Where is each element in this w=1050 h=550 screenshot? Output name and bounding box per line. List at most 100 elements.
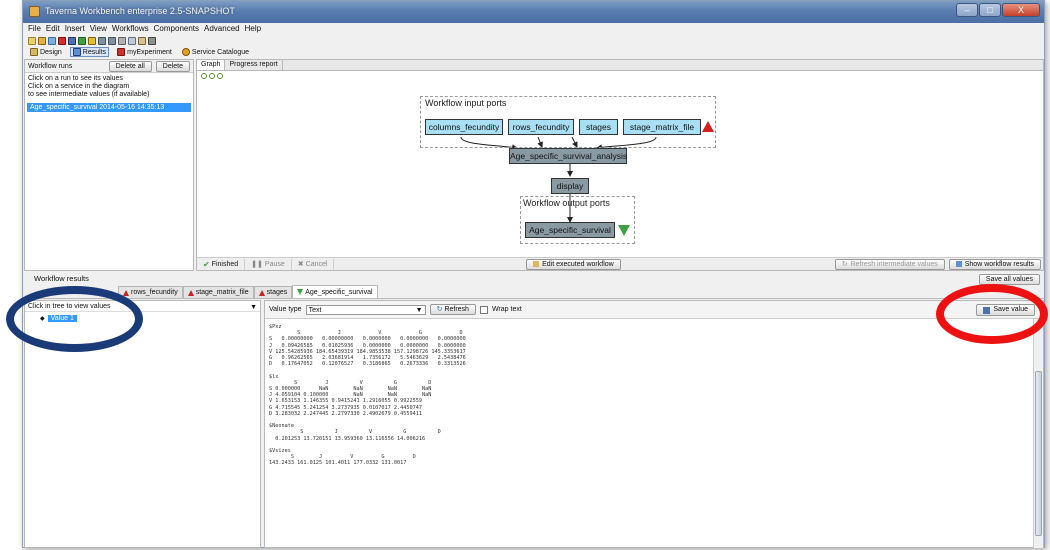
- workflow-results-title: Workflow results: [34, 274, 89, 283]
- workflow-output-ports-label: Workflow output ports: [523, 198, 610, 208]
- copy-icon[interactable]: [128, 36, 136, 45]
- menu-bar: File Edit Insert View Workflows Componen…: [23, 23, 1044, 35]
- perspective-design[interactable]: Design: [28, 48, 64, 56]
- output-port-success-icon: [618, 225, 630, 236]
- new-workflow-icon[interactable]: [28, 36, 36, 45]
- perspective-myexperiment[interactable]: myExperiment: [115, 48, 174, 56]
- run-icon[interactable]: [78, 36, 86, 45]
- workflow-runs-hint: Click on a run to see its values Click o…: [28, 75, 150, 98]
- maximize-button[interactable]: □: [979, 3, 1001, 17]
- tab-progress-report[interactable]: Progress report: [225, 60, 283, 70]
- show-workflow-results-button[interactable]: Show workflow results: [948, 258, 1041, 270]
- taverna-app-icon: [29, 6, 40, 17]
- cancel-button[interactable]: ✖ Cancel: [292, 258, 335, 270]
- results-icon: [955, 261, 962, 267]
- delete-button[interactable]: Delete: [155, 60, 190, 72]
- pause-icon: ❚❚: [251, 261, 263, 268]
- save-icon[interactable]: [68, 36, 76, 45]
- output-triangle-icon: [297, 289, 304, 295]
- tab-graph[interactable]: Graph: [197, 60, 226, 70]
- vertical-scrollbar[interactable]: [1033, 319, 1043, 548]
- input-ports-warning-icon: [702, 121, 714, 132]
- close-button[interactable]: X: [1002, 3, 1040, 17]
- perspective-results[interactable]: Results: [69, 47, 110, 57]
- value-viewer-panel: Value type Text ▼ ↻ Refresh Wrap text Sa…: [264, 300, 1044, 548]
- workflow-runs-panel: Workflow runs Delete all Delete Click on…: [24, 59, 194, 271]
- window-title: Taverna Workbench enterprise 2.5-SNAPSHO…: [45, 6, 235, 16]
- tab-rows-fecundity[interactable]: rows_fecundity: [118, 286, 183, 298]
- scrollbar-thumb[interactable]: [1035, 371, 1042, 536]
- workflow-input-ports-label: Workflow input ports: [425, 98, 507, 108]
- tab-age-specific-survival[interactable]: Age_specific_survival: [292, 285, 378, 298]
- design-icon: [30, 48, 38, 56]
- perspective-bar: Design Results myExperiment Service Cata…: [23, 46, 1044, 58]
- menu-view[interactable]: View: [90, 23, 107, 35]
- refresh-intermediate-values-button[interactable]: ↻ Refresh intermediate values: [834, 258, 945, 270]
- graph-panel: Graph Progress report Workflow input por…: [196, 59, 1044, 271]
- value-type-label: Value type: [269, 306, 302, 313]
- delete-all-button[interactable]: Delete all: [108, 60, 152, 72]
- check-icon: ✔: [203, 259, 210, 269]
- menu-file[interactable]: File: [28, 23, 41, 35]
- cut-icon[interactable]: [118, 36, 126, 45]
- menu-edit[interactable]: Edit: [46, 23, 60, 35]
- processor-display[interactable]: display: [551, 178, 589, 194]
- refresh-icon: ↻: [436, 306, 443, 313]
- wrap-text-label: Wrap text: [491, 306, 522, 313]
- input-port-stages[interactable]: stages: [579, 119, 618, 135]
- chevron-down-icon[interactable]: ▼: [250, 302, 257, 313]
- zoom-reset-icon[interactable]: [201, 72, 207, 79]
- input-port-columns-fecundity[interactable]: columns_fecundity: [425, 119, 503, 135]
- zoom-out-icon[interactable]: [217, 72, 223, 79]
- input-port-stage-matrix-file[interactable]: stage_matrix_file: [623, 119, 701, 135]
- chevron-down-icon: ▼: [415, 306, 423, 314]
- graph-tabs: Graph Progress report: [197, 60, 1043, 71]
- pause-button[interactable]: ❚❚ Pause: [245, 258, 292, 270]
- processor-age-specific-survival-analysis[interactable]: Age_specific_survival_analysis: [509, 148, 627, 164]
- undo-icon[interactable]: [98, 36, 106, 45]
- blue-highlight-circle: [6, 286, 143, 352]
- value-viewer-toolbar: Value type Text ▼ ↻ Refresh Wrap text Sa…: [265, 301, 1043, 319]
- input-port-rows-fecundity[interactable]: rows_fecundity: [508, 119, 574, 135]
- redo-icon[interactable]: [108, 36, 116, 45]
- workflow-runs-header: Workflow runs Delete all Delete: [25, 60, 193, 73]
- delete-icon[interactable]: [148, 36, 156, 45]
- main-toolbar: [23, 35, 1044, 46]
- menu-insert[interactable]: Insert: [65, 23, 85, 35]
- menu-workflows[interactable]: Workflows: [112, 23, 149, 35]
- open-folder-icon[interactable]: [38, 36, 46, 45]
- window-controls: – □ X: [956, 3, 1040, 17]
- menu-advanced[interactable]: Advanced: [204, 23, 240, 35]
- paste-icon[interactable]: [138, 36, 146, 45]
- value-type-select[interactable]: Text ▼: [305, 304, 426, 315]
- title-bar[interactable]: Taverna Workbench enterprise 2.5-SNAPSHO…: [23, 1, 1044, 23]
- menu-components[interactable]: Components: [154, 23, 199, 35]
- service-catalogue-icon: [181, 48, 190, 56]
- wrap-text-checkbox[interactable]: [479, 305, 488, 314]
- tab-stage-matrix-file[interactable]: stage_matrix_file: [182, 286, 254, 298]
- workflow-results-header: Workflow results Save all values: [24, 273, 1044, 285]
- perspective-service-catalogue[interactable]: Service Catalogue: [180, 48, 251, 56]
- zoom-in-icon[interactable]: [209, 72, 215, 79]
- cancel-icon: ✖: [297, 261, 304, 268]
- refresh-button[interactable]: ↻ Refresh: [429, 304, 476, 315]
- tab-stages[interactable]: stages: [253, 286, 293, 298]
- results-icon: [72, 48, 81, 56]
- zoom-controls: [197, 71, 1043, 80]
- red-highlight-circle: [936, 284, 1048, 344]
- open-url-icon[interactable]: [48, 36, 56, 45]
- validate-icon[interactable]: [88, 36, 96, 45]
- warning-triangle-icon: [187, 289, 194, 296]
- menu-help[interactable]: Help: [245, 23, 261, 35]
- myexperiment-icon: [117, 48, 126, 56]
- output-port-age-specific-survival[interactable]: Age_specific_survival: [525, 222, 615, 238]
- workflow-run-item[interactable]: Age_specific_survival 2014-05-16 14:35:1…: [27, 103, 191, 112]
- minimize-button[interactable]: –: [956, 3, 978, 17]
- output-port-tabs: rows_fecundity stage_matrix_file stages …: [24, 285, 1044, 299]
- run-status-bar: ✔ Finished ❚❚ Pause ✖ Cancel Edit execut…: [197, 257, 1043, 270]
- value-text-output[interactable]: $Pxz S J V G D S 0.00000000 0.00000000 0…: [269, 324, 1029, 467]
- close-workflow-icon[interactable]: [58, 36, 66, 45]
- warning-triangle-icon: [123, 289, 129, 296]
- edit-executed-workflow-button[interactable]: Edit executed workflow: [526, 258, 621, 270]
- edit-icon: [533, 261, 540, 267]
